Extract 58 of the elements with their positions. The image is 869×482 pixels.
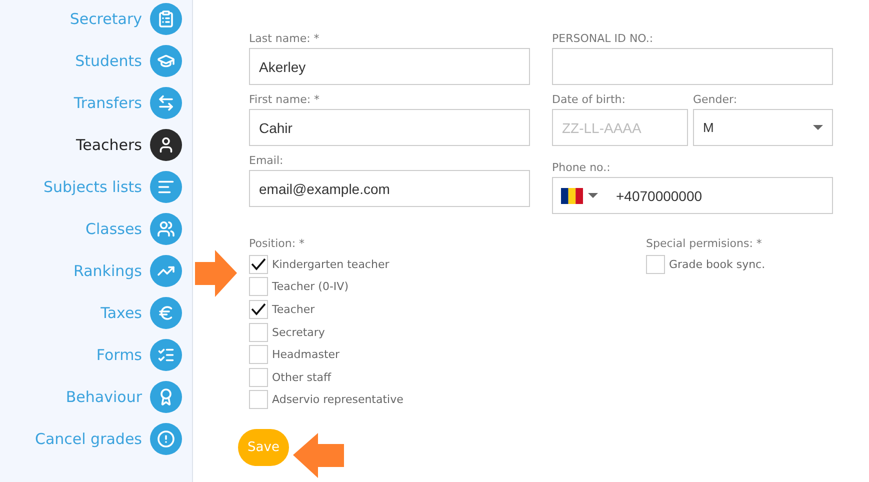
sidebar-item[interactable]: Subjects lists [43,171,182,203]
gender-select[interactable]: M [693,109,833,146]
checkbox-label: Grade book sync. [669,258,766,271]
graduation-cap-icon [157,52,175,70]
swap-arrows-icon [157,94,175,112]
person-icon [157,136,175,154]
checkbox-label: Headmaster [272,348,340,362]
caret-icon [813,125,823,130]
email-field[interactable]: email@example.com [249,170,530,207]
field-label: First name: * [249,93,321,106]
checkbox[interactable] [646,254,665,274]
field-label: Email: [249,154,284,167]
bars-icon [157,178,175,196]
checkbox-label: Teacher [272,302,315,316]
date-of-birth-field[interactable]: ZZ-LL-AAAA [552,109,688,146]
flag-icon [561,188,583,204]
phone-field[interactable]: +4070000000 [552,177,833,214]
checklist-icon [157,346,175,364]
field-label: PERSONAL ID NO.: [552,32,654,45]
sidebar-item[interactable]: Transfers [74,87,182,119]
checkbox[interactable] [249,277,268,296]
field-label: Date of birth: [552,93,626,106]
sidebar-item[interactable]: Rankings [74,255,182,287]
clipboard-icon [157,10,175,28]
field-label: Phone no.: [552,161,612,174]
personal-id-field[interactable] [552,48,833,85]
checkbox[interactable] [249,300,268,319]
sidebar-item[interactable]: Teachers [76,129,182,161]
sidebar-item[interactable]: Cancel grades [34,423,182,455]
save-button[interactable]: Save [238,429,289,466]
checkbox[interactable] [249,345,268,364]
sidebar-item[interactable]: Secretary [70,3,182,35]
checkbox-label: Adservio representative [272,393,404,406]
sidebar-item[interactable]: Classes [85,213,182,245]
field-label: Gender: [693,93,738,106]
checkbox-label: Teacher (0-IV) [272,280,348,294]
sidebar-item[interactable]: Forms [96,339,182,371]
field-label: Last name: * [249,32,320,45]
arrow-icon [195,250,237,297]
checkbox[interactable] [249,368,268,387]
sidebar-item[interactable]: Behaviour [66,381,182,413]
euro-icon [157,304,175,322]
checkbox-label: Secretary [272,326,325,339]
position-label: Position: * [249,237,306,250]
checkbox-label: Other staff [272,370,332,384]
caret-icon [588,193,598,198]
checkbox[interactable] [249,322,268,342]
checkbox[interactable] [249,390,268,410]
position-label: Special permisions: * [646,237,763,250]
checkbox-label: Kindergarten teacher [272,258,390,271]
checkbox[interactable] [249,254,268,274]
alert-icon [157,430,175,448]
arrow-icon [293,433,344,478]
first-name-field[interactable]: Cahir [249,109,530,146]
last-name-field[interactable]: Akerley [249,48,530,85]
sidebar-item[interactable]: Students [75,45,182,77]
sidebar-item[interactable]: Taxes [100,297,182,329]
people-icon [157,220,175,238]
